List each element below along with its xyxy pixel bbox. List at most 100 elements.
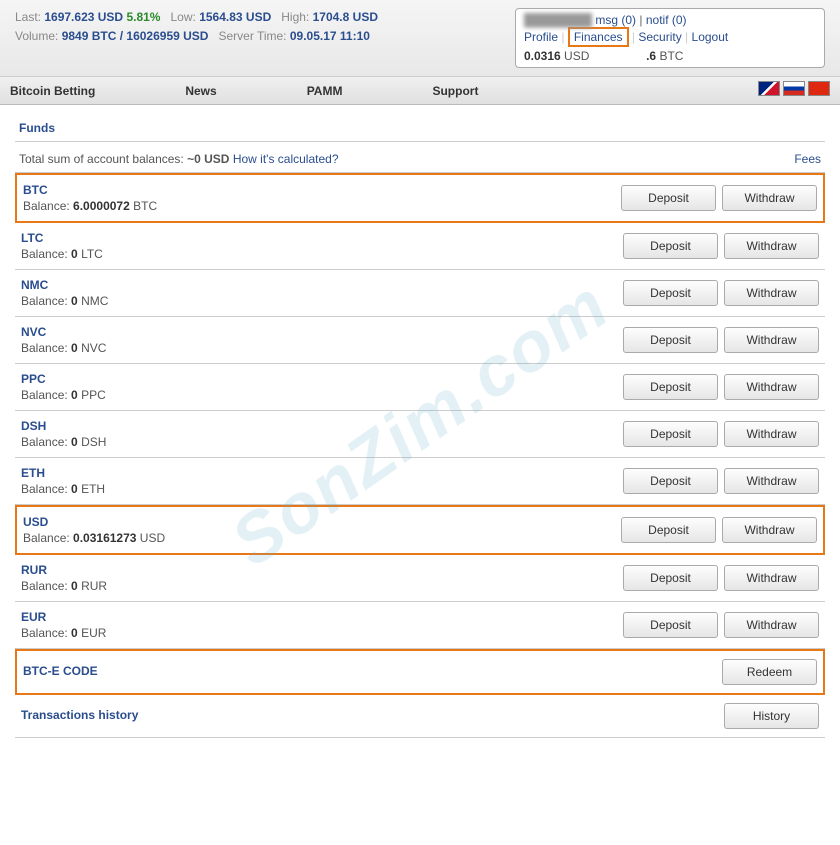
profile-link[interactable]: Profile xyxy=(524,30,558,44)
withdraw-button[interactable]: Withdraw xyxy=(724,233,819,259)
withdraw-button[interactable]: Withdraw xyxy=(724,612,819,638)
top-bar: Last: 1697.623 USD 5.81% Low: 1564.83 US… xyxy=(0,0,840,77)
currency-label: DSH xyxy=(21,419,106,433)
low-value: 1564.83 USD xyxy=(199,10,271,24)
btce-code-label: BTC-E CODE xyxy=(23,664,98,678)
currency-label: USD xyxy=(23,515,165,529)
server-time-label: Server Time: xyxy=(218,29,286,43)
currency-label: BTC xyxy=(23,183,157,197)
messages-link[interactable]: msg (0) xyxy=(595,13,636,27)
balance-line: Balance: 0 RUR xyxy=(21,579,107,593)
funds-list: BTCBalance: 6.0000072 BTCDepositWithdraw… xyxy=(15,173,825,649)
flag-uk-icon[interactable] xyxy=(758,81,780,96)
high-label: High: xyxy=(281,10,309,24)
last-label: Last: xyxy=(15,10,41,24)
flag-cn-icon[interactable] xyxy=(808,81,830,96)
finances-link[interactable]: Finances xyxy=(568,27,629,47)
transactions-history-row: Transactions history History xyxy=(15,695,825,738)
balance-line: Balance: 0 PPC xyxy=(21,388,106,402)
redeem-button[interactable]: Redeem xyxy=(722,659,817,685)
user-nav: Profile | Finances | Security | Logout xyxy=(524,27,816,47)
fund-row-ltc: LTC Balance: 0 LTC DepositWithdraw xyxy=(15,223,825,270)
transactions-history-label: Transactions history xyxy=(21,708,138,722)
low-label: Low: xyxy=(170,10,195,24)
user-box: ████████ msg (0) | notif (0) Profile | F… xyxy=(515,8,825,68)
withdraw-button[interactable]: Withdraw xyxy=(724,374,819,400)
currency-label: RUR xyxy=(21,563,107,577)
security-link[interactable]: Security xyxy=(638,30,681,44)
balance-line: Balance: 0 DSH xyxy=(21,435,106,449)
funds-title: Funds xyxy=(15,115,825,142)
server-time-value: 09.05.17 11:10 xyxy=(290,29,370,43)
username-blur: ████████ xyxy=(524,13,592,27)
language-flags xyxy=(758,81,830,96)
balance-line: Balance: 0 EUR xyxy=(21,626,106,640)
nav-news[interactable]: News xyxy=(185,84,216,98)
deposit-button[interactable]: Deposit xyxy=(621,517,716,543)
fund-row-eth: ETH Balance: 0 ETH DepositWithdraw xyxy=(15,458,825,505)
balance-line: Balance: 6.0000072 BTC xyxy=(23,199,157,213)
fund-row-eur: EUR Balance: 0 EUR DepositWithdraw xyxy=(15,602,825,649)
balance-line: Balance: 0 LTC xyxy=(21,247,103,261)
user-line: ████████ msg (0) | notif (0) xyxy=(524,13,816,27)
quick-balances: 0.0316 USD .6 BTC xyxy=(524,47,816,63)
withdraw-button[interactable]: Withdraw xyxy=(724,468,819,494)
deposit-button[interactable]: Deposit xyxy=(623,468,718,494)
quick-btc-val: .6 xyxy=(646,49,656,63)
fund-row-usd: USD Balance: 0.03161273 USD DepositWithdra… xyxy=(15,505,825,555)
withdraw-button[interactable]: Withdraw xyxy=(724,421,819,447)
withdraw-button[interactable]: Withdraw xyxy=(724,327,819,353)
nav-betting[interactable]: Bitcoin Betting xyxy=(10,84,95,98)
balance-line: Balance: 0 NMC xyxy=(21,294,108,308)
logout-link[interactable]: Logout xyxy=(692,30,729,44)
fund-row-btc: BTC Balance: 6.0000072 BTC DepositWithdraw xyxy=(15,173,825,223)
deposit-button[interactable]: Deposit xyxy=(623,233,718,259)
deposit-button[interactable]: Deposit xyxy=(623,565,718,591)
fund-row-dsh: DSH Balance: 0 DSH DepositWithdraw xyxy=(15,411,825,458)
balance-line: Balance: 0 ETH xyxy=(21,482,105,496)
fees-link[interactable]: Fees xyxy=(794,152,821,166)
fund-row-nmc: NMC Balance: 0 NMC DepositWithdraw xyxy=(15,270,825,317)
summary-row: Total sum of account balances: ~0 USD Ho… xyxy=(15,146,825,173)
withdraw-button[interactable]: Withdraw xyxy=(724,565,819,591)
btce-code-row: BTC-E CODE Redeem xyxy=(15,649,825,695)
change-percent: 5.81% xyxy=(126,10,160,24)
volume-label: Volume: xyxy=(15,29,58,43)
currency-label: EUR xyxy=(21,610,106,624)
content: Funds Total sum of account balances: ~0 … xyxy=(0,105,840,748)
nav-support[interactable]: Support xyxy=(432,84,478,98)
last-value: 1697.623 USD xyxy=(44,10,123,24)
deposit-button[interactable]: Deposit xyxy=(623,280,718,306)
market-stats: Last: 1697.623 USD 5.81% Low: 1564.83 US… xyxy=(15,8,378,68)
quick-usd-val: 0.0316 xyxy=(524,49,561,63)
fund-row-rur: RUR Balance: 0 RUR DepositWithdraw xyxy=(15,555,825,602)
currency-label: NVC xyxy=(21,325,106,339)
volume-value: 9849 BTC / 16026959 USD xyxy=(62,29,209,43)
deposit-button[interactable]: Deposit xyxy=(621,185,716,211)
balance-line: Balance: 0 NVC xyxy=(21,341,106,355)
deposit-button[interactable]: Deposit xyxy=(623,327,718,353)
withdraw-button[interactable]: Withdraw xyxy=(722,185,817,211)
flag-ru-icon[interactable] xyxy=(783,81,805,96)
how-calculated-link[interactable]: How it's calculated? xyxy=(233,152,339,166)
currency-label: NMC xyxy=(21,278,108,292)
fund-row-ppc: PPC Balance: 0 PPC DepositWithdraw xyxy=(15,364,825,411)
deposit-button[interactable]: Deposit xyxy=(623,421,718,447)
currency-label: LTC xyxy=(21,231,103,245)
withdraw-button[interactable]: Withdraw xyxy=(722,517,817,543)
withdraw-button[interactable]: Withdraw xyxy=(724,280,819,306)
main-nav: Bitcoin Betting News PAMM Support xyxy=(0,77,840,105)
currency-label: ETH xyxy=(21,466,105,480)
nav-pamm[interactable]: PAMM xyxy=(307,84,343,98)
deposit-button[interactable]: Deposit xyxy=(623,374,718,400)
summary-text: Total sum of account balances: xyxy=(19,152,184,166)
fund-row-nvc: NVC Balance: 0 NVC DepositWithdraw xyxy=(15,317,825,364)
quick-usd-unit: USD xyxy=(564,49,589,63)
history-button[interactable]: History xyxy=(724,703,819,729)
balance-line: Balance: 0.03161273 USD xyxy=(23,531,165,545)
high-value: 1704.8 USD xyxy=(313,10,378,24)
notifications-link[interactable]: notif (0) xyxy=(646,13,687,27)
deposit-button[interactable]: Deposit xyxy=(623,612,718,638)
summary-value: ~0 USD xyxy=(187,152,229,166)
currency-label: PPC xyxy=(21,372,106,386)
